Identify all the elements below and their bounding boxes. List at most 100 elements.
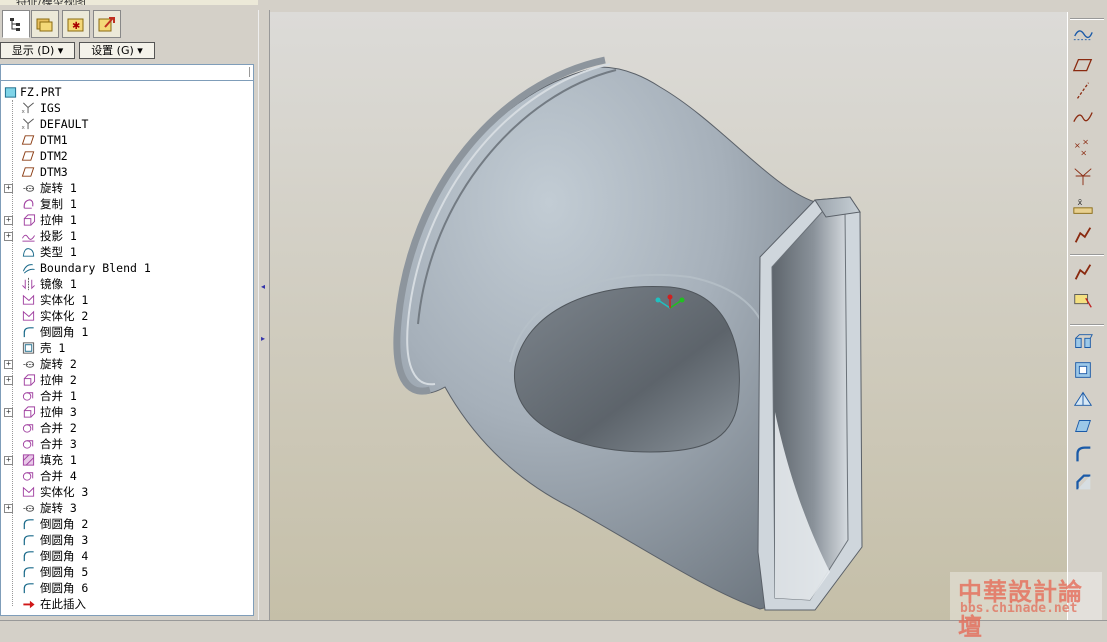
tree-item[interactable]: 复制 1 [1,196,251,212]
tree-item[interactable]: 合并 3 [1,436,251,452]
toolbar-button[interactable] [1071,470,1095,494]
expand-toggle-icon[interactable]: + [4,408,13,417]
toolbar-button[interactable]: x̄ [1071,194,1095,218]
toolbar-button[interactable] [1071,414,1095,438]
expand-toggle-icon[interactable]: + [4,360,13,369]
tree-item-label: 镜像 1 [40,277,77,291]
extrude-icon [23,374,36,386]
tree-item[interactable]: x DEFAULT [1,116,251,132]
toolbar-button[interactable] [1071,330,1095,354]
tree-item[interactable]: 在此插入 [1,596,251,612]
expand-toggle-icon[interactable]: + [4,504,13,513]
model-tree[interactable]: FZ.PRT x IGS x DEFAULT DTM1 DTM2 DTM3 + 旋转 1 复制 1 +… [0,80,254,616]
svg-text:×: × [1080,147,1087,157]
toolbar-button[interactable] [1071,288,1095,312]
sketch-tool-icon [1074,227,1092,243]
tree-item[interactable]: 合并 1 [1,388,251,404]
solidify-icon [22,294,35,305]
tree-item[interactable]: 实体化 1 [1,292,251,308]
datum-plane-tool-icon [1072,58,1093,72]
datum-axis-tool-icon [1076,82,1090,99]
settings-menu-button[interactable]: 设置 (G) ▾ [79,42,155,59]
favorites-tab[interactable]: ✱ [62,10,90,38]
tree-item-label: 倒圆角 1 [40,325,89,339]
tree-item[interactable]: 实体化 2 [1,308,251,324]
toolbar-button[interactable] [1071,54,1095,78]
show-menu-button[interactable]: 显示 (D) ▾ [0,42,75,59]
tree-item[interactable]: + 旋转 2 [1,356,251,372]
expand-toggle-icon[interactable]: + [4,376,13,385]
toolbar-button[interactable] [1071,24,1095,48]
tree-item-label: 旋转 3 [40,501,77,515]
placement-tool-icon [1074,294,1092,308]
tree-item[interactable]: + 旋转 3 [1,500,251,516]
svg-text:✱: ✱ [72,21,80,32]
svg-text:x̄: x̄ [1078,197,1083,207]
tree-item[interactable]: + 拉伸 1 [1,212,251,228]
tree-item[interactable]: + 拉伸 2 [1,372,251,388]
toolbar-button[interactable] [1071,442,1095,466]
tree-item-label: 合并 2 [40,421,77,435]
toolbar-button[interactable] [1071,164,1095,188]
tree-item[interactable]: 倒圆角 1 [1,324,251,340]
tree-item[interactable]: 倒圆角 4 [1,548,251,564]
model-tree-tab[interactable] [2,10,30,38]
analysis-tool-icon: x̄ [1073,197,1093,214]
tree-item[interactable]: x IGS [1,100,251,116]
datum-curve-tool-icon [1073,112,1093,122]
toolbar-separator [1070,18,1104,20]
tree-item[interactable]: DTM1 [1,132,251,148]
toolbar-button[interactable] [1071,79,1095,103]
tree-item[interactable]: + 填充 1 [1,452,251,468]
tree-item[interactable]: DTM2 [1,148,251,164]
tree-item-label: 旋转 1 [40,181,77,195]
solidify-icon [22,310,35,321]
svg-text:x: x [22,125,26,131]
tree-item-label: 在此插入 [40,597,86,611]
expand-toggle-icon[interactable]: + [4,232,13,241]
tree-item[interactable]: + 拉伸 3 [1,404,251,420]
tree-item[interactable]: 镜像 1 [1,276,251,292]
expand-toggle-icon[interactable]: + [4,184,13,193]
tree-item-label: 投影 1 [40,229,77,243]
coordinate-system-icon: x [22,102,34,115]
toolbar-button[interactable] [1071,106,1095,130]
tree-item[interactable]: DTM3 [1,164,251,180]
folder-browser-tab[interactable] [31,10,59,38]
tree-item[interactable]: 类型 1 [1,244,251,260]
toolbar-button[interactable] [1071,223,1095,247]
expand-toggle-icon[interactable]: + [4,216,13,225]
tree-item[interactable]: 倒圆角 5 [1,564,251,580]
toolbar-button[interactable] [1071,260,1095,284]
toolbar-button[interactable] [1071,386,1095,410]
connections-tab[interactable] [93,10,121,38]
toolbar-button[interactable] [1071,358,1095,382]
datum-plane-icon [21,151,35,161]
tree-item[interactable]: 倒圆角 3 [1,532,251,548]
tree-item[interactable]: 倒圆角 2 [1,516,251,532]
tree-item[interactable]: 合并 4 [1,468,251,484]
window-title-fragment: 特征/模型视图 [0,0,258,5]
tree-item[interactable]: 合并 2 [1,420,251,436]
merge-icon [22,424,34,433]
copy-icon [23,199,34,209]
toolbar-button[interactable]: × × × [1071,136,1095,160]
tree-item-label: 拉伸 3 [40,405,77,419]
draft-tool-icon [1075,420,1091,432]
panel-splitter[interactable]: ◂ ▸ [258,10,270,620]
tree-item[interactable]: Boundary Blend 1 [1,260,251,276]
collapse-left-icon[interactable]: ◂ [261,282,267,294]
datum-plane-icon [21,167,35,177]
graphics-viewport[interactable] [270,12,1067,620]
expand-right-icon[interactable]: ▸ [261,334,267,346]
tree-item-label: 合并 4 [40,469,77,483]
tree-item[interactable]: 倒圆角 6 [1,580,251,596]
tree-item-label: 复制 1 [40,197,77,211]
tree-item[interactable]: 壳 1 [1,340,251,356]
tree-root-item[interactable]: FZ.PRT [1,84,251,100]
tree-item[interactable]: + 投影 1 [1,228,251,244]
tree-item[interactable]: + 旋转 1 [1,180,251,196]
datum-point-tool-icon: × ×× [1074,137,1089,157]
tree-item[interactable]: 实体化 3 [1,484,251,500]
expand-toggle-icon[interactable]: + [4,456,13,465]
